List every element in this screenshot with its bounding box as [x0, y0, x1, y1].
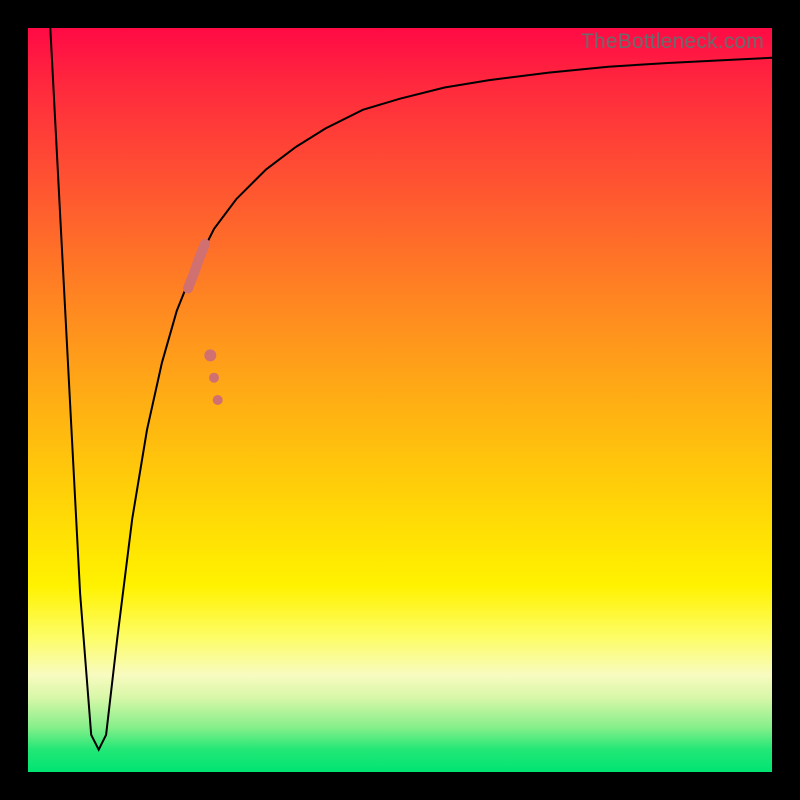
bottleneck-curve — [50, 28, 772, 750]
marker-dot — [213, 395, 223, 405]
chart-svg — [28, 28, 772, 772]
highlighted-segment — [188, 244, 223, 405]
marker-stroke — [188, 244, 205, 289]
marker-dot — [209, 373, 219, 383]
chart-frame: TheBottleneck.com — [0, 0, 800, 800]
plot-area: TheBottleneck.com — [28, 28, 772, 772]
marker-dot — [204, 349, 216, 361]
